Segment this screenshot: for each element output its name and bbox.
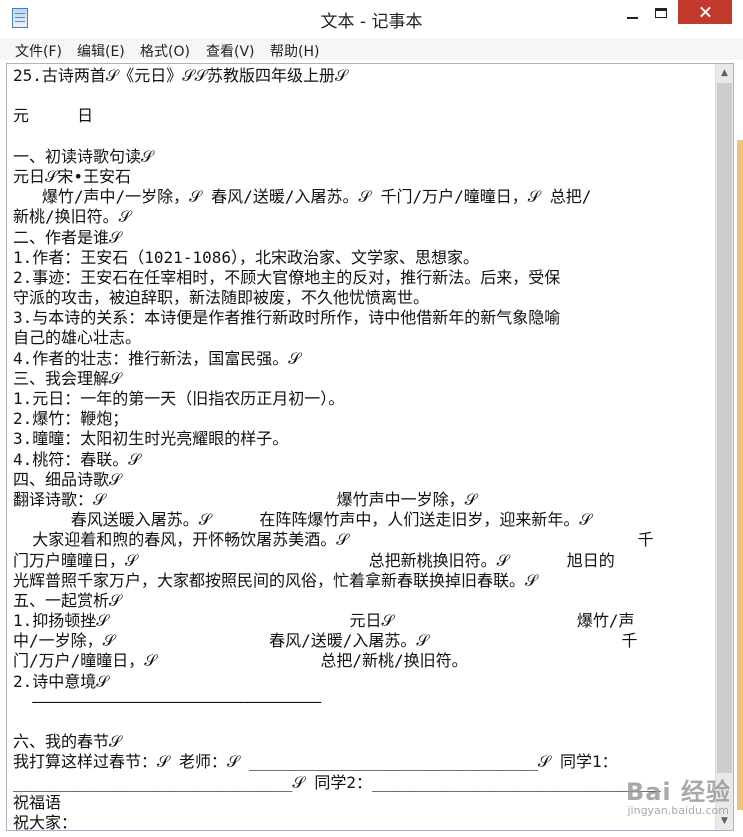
text-line: 六、我的春节𝒮 bbox=[13, 732, 122, 752]
text-line: 25.古诗两首𝒮《元日》𝒮𝒮苏教版四年级上册𝒮 bbox=[13, 66, 348, 85]
text-line: 3.与本诗的关系：本诗便是作者推行新政时所作，诗中他借新年的新气象隐喻 bbox=[13, 308, 561, 328]
text-line: 春风送暖入屠苏。𝒮 在阵阵爆竹声中，人们送走旧岁，迎来新年。𝒮 bbox=[13, 510, 592, 530]
text-line bbox=[13, 86, 709, 106]
text-line: 一、初读诗歌句读𝒮 bbox=[13, 146, 154, 166]
text-line: 2.事迹：王安石在任宰相时，不顾大官僚地主的反对，推行新法。后来，受保 bbox=[13, 267, 561, 287]
document-text[interactable]: 25.古诗两首𝒮《元日》𝒮𝒮苏教版四年级上册𝒮 元 日一、初读诗歌句读𝒮 元日𝒮宋•… bbox=[13, 66, 709, 830]
text-line: 我打算这样过春节：𝒮 老师：𝒮 ________________________… bbox=[13, 752, 618, 772]
menu-file[interactable]: 文件(F) bbox=[15, 41, 62, 61]
scroll-up-icon[interactable]: ▲ bbox=[716, 64, 733, 82]
text-line: 4.桃符：春联。𝒮 bbox=[13, 449, 141, 469]
text-line: 1.元日：一年的第一天（旧指农历正月初一）。 bbox=[13, 389, 345, 408]
text-line: 爆竹/声中/一岁除，𝒮 春风/送暖/入屠苏。𝒮 千门/万户/曈曈日，𝒮 总把/ bbox=[13, 187, 592, 207]
text-line: 四、细品诗歌𝒮 bbox=[13, 469, 122, 489]
menu-bar: 文件(F) 编辑(E) 格式(O) 查看(V) 帮助(H) bbox=[0, 38, 743, 60]
text-line bbox=[13, 127, 709, 147]
text-line: 新桃/换旧符。𝒮 bbox=[13, 207, 132, 227]
text-line: 2.诗中意境𝒮 bbox=[13, 671, 109, 691]
close-icon[interactable] bbox=[678, 0, 732, 24]
text-line: 3.曈曈：太阳初生时光亮耀眼的样子。 bbox=[13, 429, 289, 449]
text-line: —————————————————————————————— bbox=[13, 691, 322, 711]
text-line: 中/一岁除，𝒮 春风/送暖/入屠苏。𝒮 千 bbox=[13, 631, 638, 651]
title-bar[interactable]: 文本 - 记事本 bbox=[0, 0, 743, 36]
text-line: 门万户曈曈日，𝒮 总把新桃换旧符。𝒮 旭日的 bbox=[13, 550, 615, 570]
side-tab bbox=[737, 140, 743, 810]
text-line: 2.爆竹：鞭炮； bbox=[13, 409, 129, 429]
text-line: 自己的雄心壮志。 bbox=[13, 328, 142, 348]
menu-edit[interactable]: 编辑(E) bbox=[77, 41, 125, 61]
maximize-icon[interactable] bbox=[645, 0, 679, 24]
notepad-window: 文本 - 记事本 文件(F) 编辑(E) 格式(O) 查看(V) 帮助(H) 2… bbox=[0, 0, 743, 837]
text-line: 1.抑扬顿挫𝒮 元日𝒮 爆竹/声 bbox=[13, 611, 635, 631]
watermark-logo: Bai 经验 bbox=[625, 778, 731, 806]
menu-view[interactable]: 查看(V) bbox=[206, 41, 255, 61]
text-line bbox=[13, 712, 709, 732]
scroll-thumb[interactable] bbox=[717, 83, 732, 773]
text-line: 1.作者：王安石（1021-1086），北宋政治家、文学家、思想家。 bbox=[13, 247, 479, 267]
vertical-scrollbar[interactable]: ▲ ▼ bbox=[715, 64, 733, 830]
text-line: 三、我会理解𝒮 bbox=[13, 368, 122, 388]
text-line: 门/万户/曈曈日，𝒮 总把/新桃/换旧符。 bbox=[13, 651, 468, 671]
text-line: 元日𝒮宋•王安石 bbox=[13, 166, 132, 186]
text-line: 翻译诗歌：𝒮 爆竹声中一岁除，𝒮 bbox=[13, 489, 477, 509]
text-line: 大家迎着和煦的春风，开怀畅饮屠苏美酒。𝒮 千 bbox=[13, 530, 654, 550]
watermark-url: jingyan.baidu.com bbox=[627, 804, 729, 817]
text-line: 元 日 bbox=[13, 106, 94, 126]
text-line: 4.作者的壮志：推行新法，国富民强。𝒮 bbox=[13, 348, 301, 368]
text-line: 守派的攻击，被迫辞职，新法随即被废，不久他忧愤离世。 bbox=[13, 288, 430, 308]
text-editor[interactable]: 25.古诗两首𝒮《元日》𝒮𝒮苏教版四年级上册𝒮 元 日一、初读诗歌句读𝒮 元日𝒮宋•… bbox=[6, 63, 734, 831]
menu-help[interactable]: 帮助(H) bbox=[270, 41, 319, 61]
text-line: 光辉普照千家万户，大家都按照民间的风俗，忙着拿新春联换掉旧春联。𝒮 bbox=[13, 570, 538, 590]
menu-format[interactable]: 格式(O) bbox=[140, 41, 190, 61]
text-line: 五、一起赏析𝒮 bbox=[13, 590, 122, 610]
text-line: 二、作者是谁𝒮 bbox=[13, 227, 122, 247]
watermark: Bai 经验 jingyan.baidu.com bbox=[560, 772, 735, 830]
